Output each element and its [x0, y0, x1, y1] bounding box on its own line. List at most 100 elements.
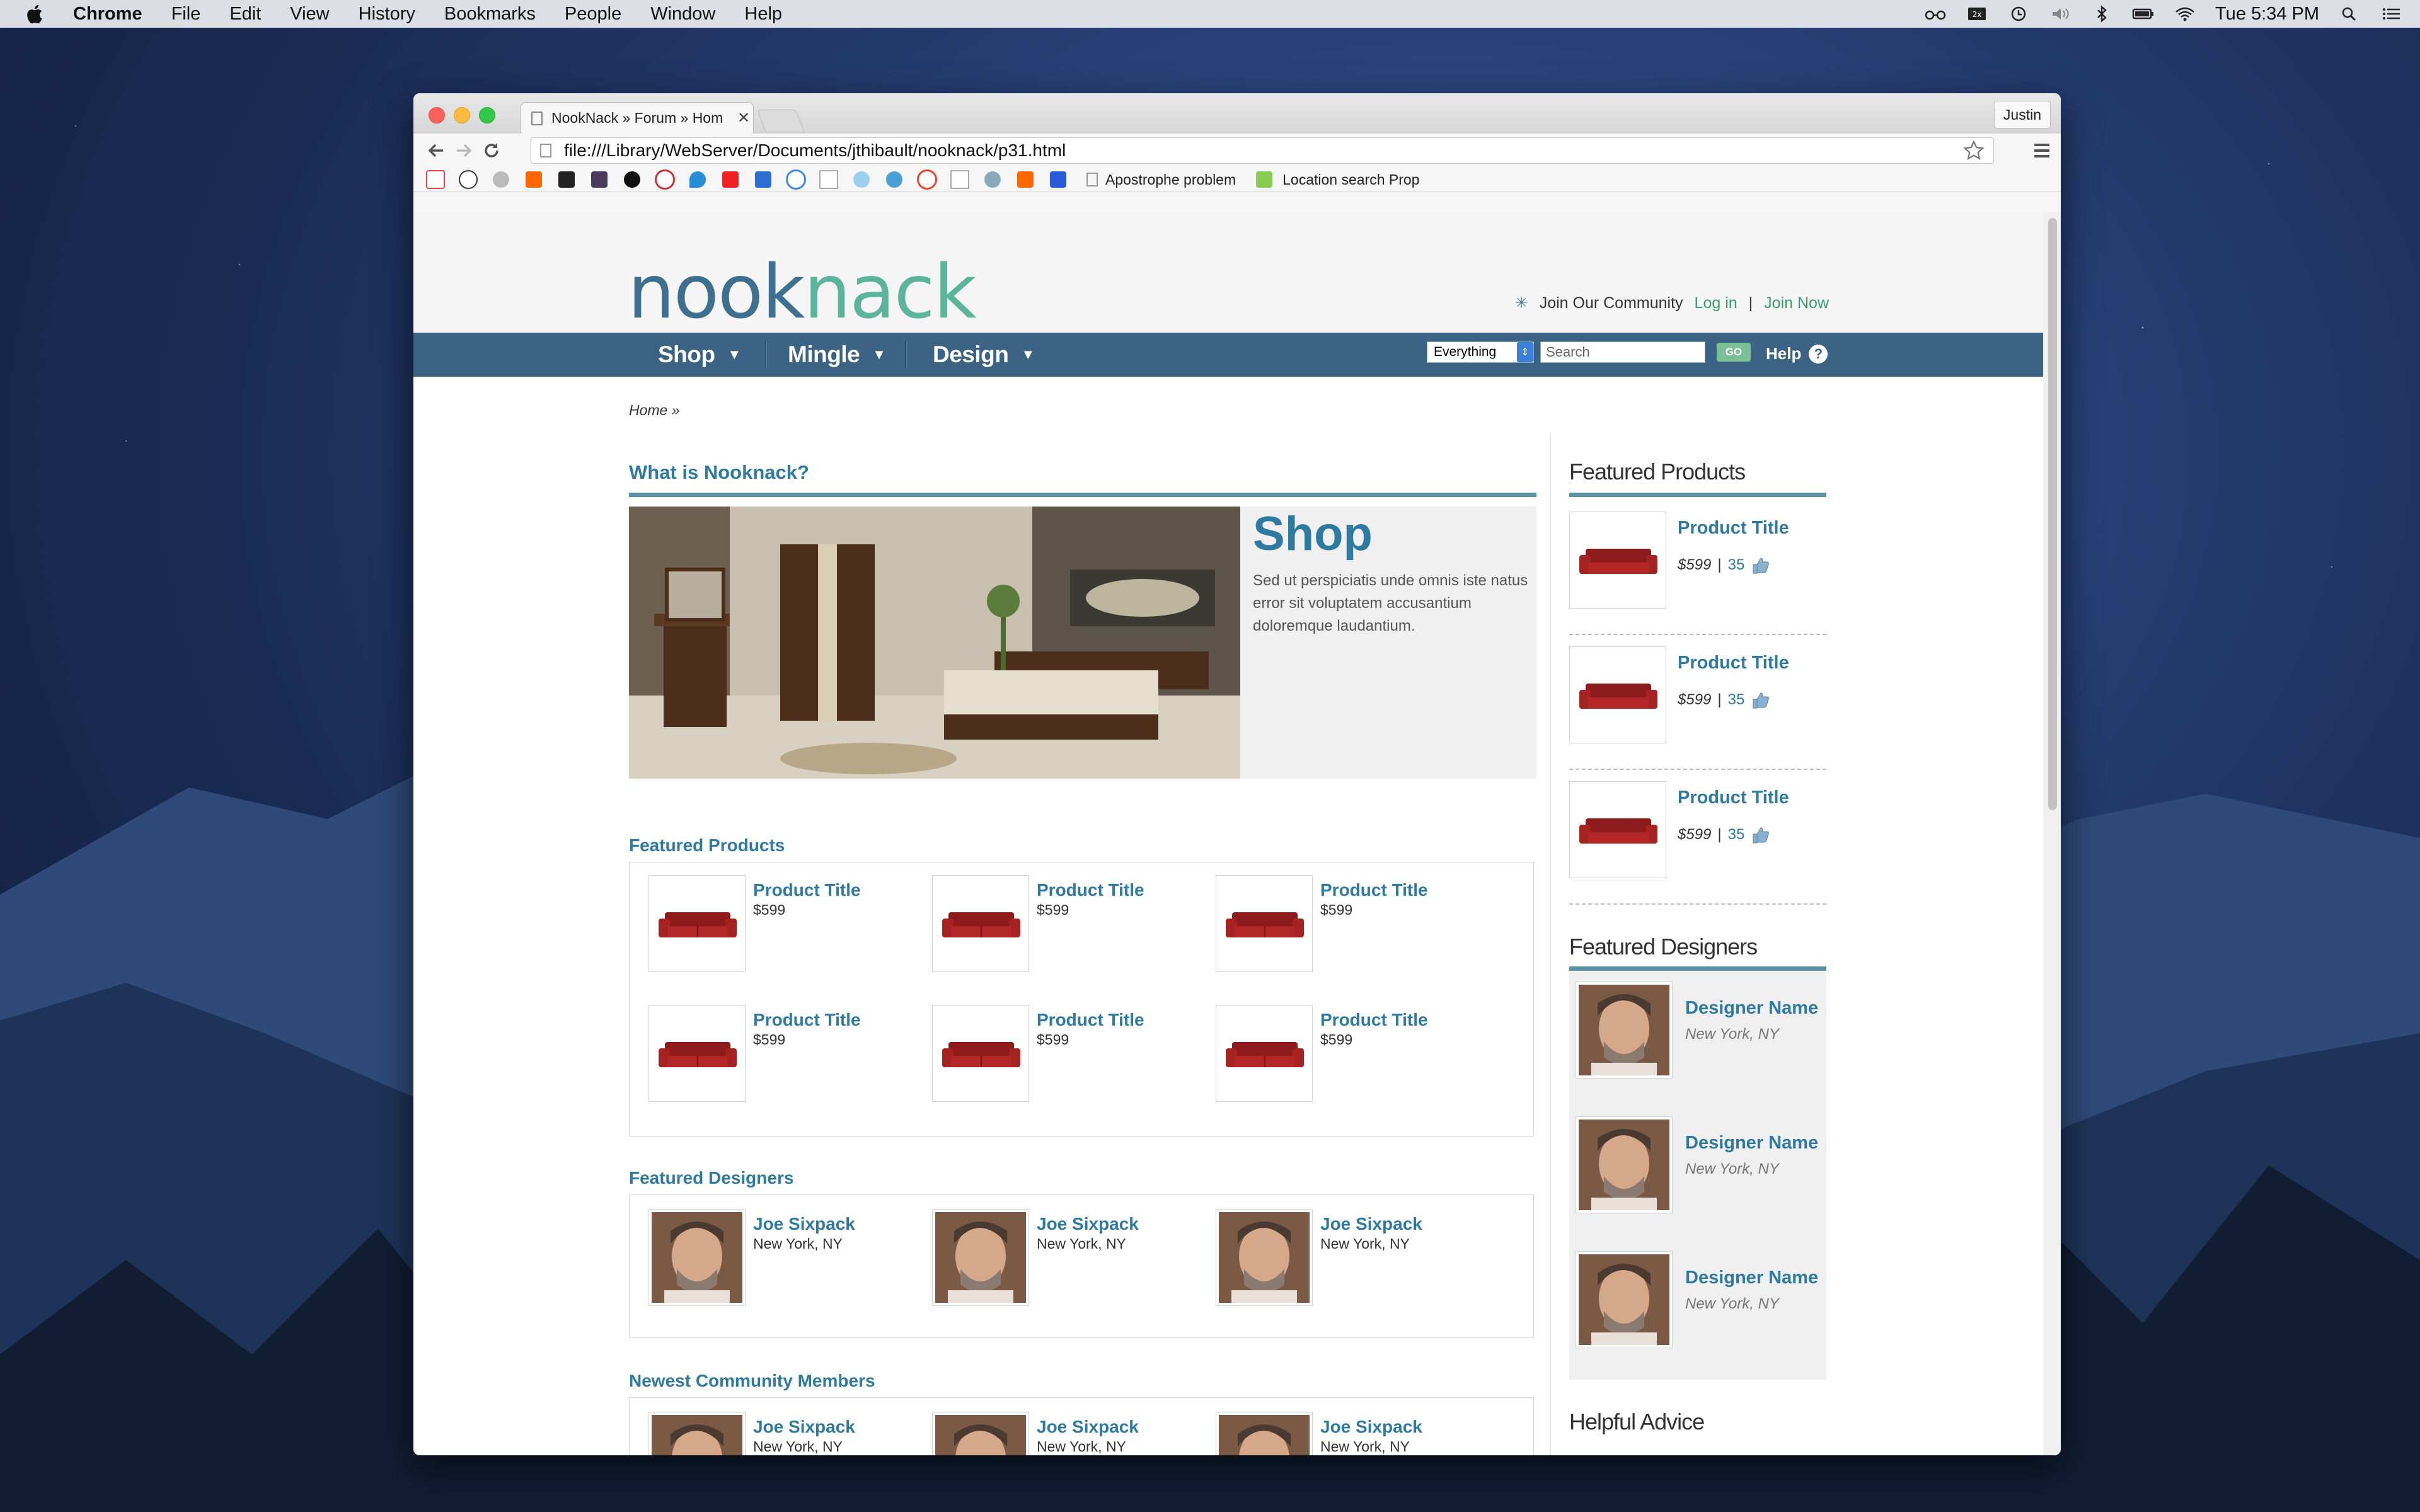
menu-help[interactable]: Help	[744, 4, 782, 25]
blocked-bookmark-icon[interactable]	[654, 169, 676, 190]
member-name[interactable]: Joe Sixpack	[753, 1417, 855, 1437]
bookmark-icon[interactable]	[490, 170, 512, 189]
search-go-button[interactable]: GO	[1717, 343, 1751, 362]
hero-title[interactable]: Shop	[1253, 507, 1373, 561]
forward-arrow-icon[interactable]	[450, 137, 478, 164]
designer-name[interactable]: Joe Sixpack	[1320, 1214, 1422, 1234]
menubar-clock[interactable]: Tue 5:34 PM	[2215, 4, 2319, 25]
sidebar-product-item[interactable]: Product Title $599 | 35	[1569, 770, 1826, 905]
designer-photo[interactable]	[1576, 1251, 1673, 1348]
reddit-bookmark-icon[interactable]	[458, 170, 479, 189]
wifi-icon[interactable]	[2174, 5, 2196, 23]
search-input[interactable]: Search	[1540, 341, 1705, 363]
nav-design[interactable]: Design ▼	[933, 333, 1035, 377]
member-photo[interactable]	[648, 1412, 746, 1455]
dsm-bookmark-icon[interactable]	[752, 170, 774, 189]
like-count[interactable]: 35	[1728, 556, 1745, 574]
login-link[interactable]: Log in	[1695, 294, 1737, 312]
product-thumbnail[interactable]	[1569, 512, 1666, 609]
product-thumbnail[interactable]	[648, 1005, 746, 1102]
profile-button[interactable]: Justin	[1993, 101, 2051, 129]
glasses-icon[interactable]	[1924, 5, 1947, 23]
battery-icon[interactable]	[2132, 5, 2155, 23]
join-now-link[interactable]: Join Now	[1764, 294, 1829, 312]
menu-view[interactable]: View	[290, 4, 329, 25]
bedroom-hero-image[interactable]	[629, 507, 1240, 779]
designer-photo[interactable]	[1216, 1209, 1313, 1306]
product-title[interactable]: Product Title	[1037, 1010, 1144, 1030]
designer-name[interactable]: Designer Name	[1685, 1268, 1818, 1288]
product-title[interactable]: Product Title	[753, 880, 861, 900]
hamburger-menu-icon[interactable]	[2032, 140, 2052, 161]
product-thumbnail[interactable]	[1216, 875, 1313, 972]
product-title[interactable]: Product Title	[1320, 1010, 1428, 1030]
help-link[interactable]: Help ?	[1766, 344, 1828, 364]
gmail-bookmark-icon[interactable]	[425, 170, 446, 189]
designer-photo[interactable]	[1576, 1116, 1673, 1213]
nav-shop[interactable]: Shop ▼	[658, 333, 741, 377]
member-photo[interactable]	[932, 1412, 1029, 1455]
window-minimize-button[interactable]	[454, 107, 470, 123]
menu-bookmarks[interactable]: Bookmarks	[444, 4, 536, 25]
bookmark-apostrophe-problem[interactable]: Apostrophe problem	[1086, 171, 1236, 188]
product-thumbnail[interactable]	[1216, 1005, 1313, 1102]
menu-file[interactable]: File	[171, 4, 201, 25]
sidebar-designer-item[interactable]: Designer Name New York, NY	[1569, 976, 1826, 1111]
search-scope-select[interactable]: Everything ⇕	[1427, 341, 1534, 363]
product-thumbnail[interactable]	[648, 875, 746, 972]
sidebar-product-item[interactable]: Product Title $599 | 35	[1569, 500, 1826, 635]
notification-center-icon[interactable]	[2380, 5, 2402, 23]
menu-edit[interactable]: Edit	[229, 4, 261, 25]
like-count[interactable]: 35	[1728, 826, 1745, 844]
like-count[interactable]: 35	[1728, 691, 1745, 709]
designer-name[interactable]: Designer Name	[1685, 1133, 1818, 1154]
product-thumbnail[interactable]	[1569, 646, 1666, 743]
menu-history[interactable]: History	[359, 4, 415, 25]
thumbs-up-icon[interactable]	[1751, 556, 1770, 575]
kickstarter-bookmark-icon[interactable]	[556, 170, 577, 189]
apple-logo-icon[interactable]	[26, 3, 45, 25]
soundcloud-bookmark-icon[interactable]	[1015, 170, 1036, 189]
designer-name[interactable]: Designer Name	[1685, 998, 1818, 1019]
page-bookmark-icon[interactable]	[949, 170, 971, 189]
nooknack-logo[interactable]: nooknack	[628, 248, 977, 335]
thumbs-up-icon[interactable]	[1751, 690, 1770, 709]
product-thumbnail[interactable]	[932, 1005, 1029, 1102]
display-2x-icon[interactable]: 2x	[1966, 5, 1988, 23]
member-name[interactable]: Joe Sixpack	[1320, 1417, 1422, 1437]
bluetooth-icon[interactable]	[2090, 5, 2113, 23]
product-title[interactable]: Product Title	[1678, 653, 1789, 673]
designer-name[interactable]: Joe Sixpack	[753, 1214, 855, 1234]
product-title[interactable]: Product Title	[1678, 788, 1789, 808]
spotlight-search-icon[interactable]	[2338, 5, 2361, 23]
page-scrollbar[interactable]	[2043, 212, 2061, 1455]
time-machine-icon[interactable]	[2007, 5, 2030, 23]
tv-bookmark-icon[interactable]	[884, 170, 905, 189]
window-close-button[interactable]	[429, 107, 445, 123]
google-bookmark-icon[interactable]	[916, 169, 938, 190]
github-bookmark-icon[interactable]	[621, 170, 643, 189]
new-tab-button[interactable]	[757, 110, 805, 132]
thumbs-up-icon[interactable]	[1751, 825, 1770, 844]
reload-icon[interactable]	[478, 137, 505, 164]
designer-name[interactable]: Joe Sixpack	[1037, 1214, 1139, 1234]
bookmark-icon[interactable]	[851, 170, 872, 189]
nav-mingle[interactable]: Mingle ▼	[788, 333, 886, 377]
menu-people[interactable]: People	[565, 4, 621, 25]
volume-icon[interactable]	[2049, 5, 2071, 23]
member-photo[interactable]	[1216, 1412, 1313, 1455]
slack-bookmark-icon[interactable]	[589, 170, 610, 189]
bookmark-star-icon[interactable]	[1963, 140, 1985, 161]
window-zoom-button[interactable]	[479, 107, 495, 123]
product-title[interactable]: Product Title	[1678, 518, 1789, 539]
task-bookmark-icon[interactable]	[1047, 170, 1069, 189]
back-arrow-icon[interactable]	[422, 137, 450, 164]
maps-bookmark-icon[interactable]	[687, 170, 708, 189]
page-bookmark-icon[interactable]	[818, 170, 839, 189]
member-name[interactable]: Joe Sixpack	[1037, 1417, 1139, 1437]
product-thumbnail[interactable]	[1569, 781, 1666, 878]
bookmark-location-search[interactable]: Location search Prop	[1253, 170, 1419, 189]
product-thumbnail[interactable]	[932, 875, 1029, 972]
sidebar-designer-item[interactable]: Designer Name New York, NY	[1569, 1246, 1826, 1381]
tab-close-icon[interactable]: ✕	[734, 109, 753, 127]
